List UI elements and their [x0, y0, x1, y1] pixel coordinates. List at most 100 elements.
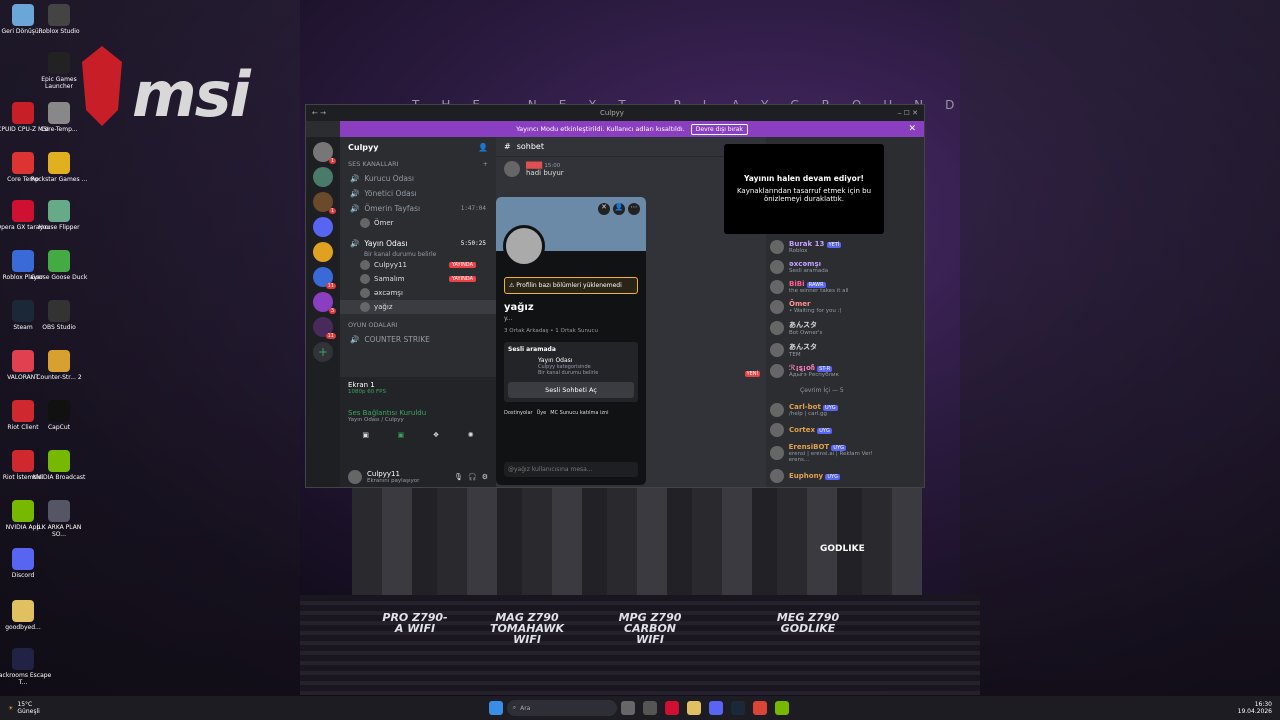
channel-status[interactable]: Bir kanal durumu belirle [340, 251, 496, 258]
server-icon[interactable] [313, 242, 333, 262]
task-view-icon[interactable] [620, 701, 635, 715]
desktop-icon[interactable]: Core-Temp... [30, 102, 88, 133]
avatar[interactable] [348, 470, 362, 484]
folder-icon[interactable] [686, 701, 701, 715]
role-tag[interactable]: Üye [537, 410, 547, 416]
profile-avatar[interactable] [503, 225, 545, 267]
member-row[interactable]: əxcəmşı Sesli aramada [766, 257, 924, 277]
back-arrow-icon[interactable]: ← → [312, 109, 326, 117]
clock-date[interactable]: 19.04.2026 [1238, 708, 1272, 715]
member-row[interactable]: ℛ¡ȿ¡oჩ ST-R Адыгэ Республик [766, 361, 924, 381]
desktop-icon[interactable]: goodbyed... [0, 600, 52, 631]
bot-row[interactable]: ErensiBOT UYG erensi | erensi.ai | Reklam… [766, 440, 924, 466]
role-tag[interactable]: Dostinyolar [504, 410, 533, 416]
member-row[interactable]: Burak 13 YETİ Roblox [766, 237, 924, 257]
disable-button[interactable]: Devre dışı bırak [690, 123, 748, 135]
server-icon[interactable]: 11 [313, 267, 336, 289]
desktop-icon[interactable]: CapCut [30, 400, 88, 431]
store-icon[interactable] [642, 701, 657, 715]
clock-time[interactable]: 16:30 [1238, 701, 1272, 708]
server-icon[interactable]: 11 [313, 317, 336, 339]
server-icon[interactable]: 1 [313, 192, 336, 214]
category-game[interactable]: OYUN ODALARI [348, 321, 398, 329]
server-name[interactable]: Culpyy [348, 143, 378, 152]
server-icon[interactable] [313, 167, 333, 187]
soundboard-icon[interactable]: ✺ [468, 431, 474, 439]
voice-channel[interactable]: 🔊 Yönetici Odası [340, 186, 496, 201]
add-server-icon[interactable]: + [313, 342, 333, 362]
profile-popup: ✕ 👤 ⋯ ⚠ Profilin bazı bölümleri yüklenem… [496, 197, 646, 485]
app-icon [48, 350, 70, 372]
avatar [770, 423, 784, 437]
motherboards [352, 488, 922, 596]
close-icon[interactable]: ✕ [908, 124, 916, 134]
desktop-icon[interactable]: OBS Studio [30, 300, 88, 331]
member-row[interactable]: Ömer • Waiting for you :) [766, 297, 924, 317]
bot-row[interactable]: Carl-bot UYG/help | carl.gg [766, 400, 924, 420]
taskbar: ☀ 15°C Güneşli ⌕ Ara 16:30 19.04.2026 [0, 696, 1280, 720]
chrome-icon[interactable] [752, 701, 767, 715]
desktop-icon[interactable]: Epic Games Launcher [30, 52, 88, 90]
bot-row[interactable]: Euphony UYG [766, 466, 924, 486]
camera-icon[interactable]: ▣ [362, 431, 369, 439]
steam-icon[interactable] [730, 701, 745, 715]
desktop-icon[interactable]: Goose Goose Duck [30, 250, 88, 281]
dm-input[interactable]: @yağız kullanıcısına mesa... [504, 462, 638, 477]
add-channel-icon[interactable]: + [483, 160, 488, 168]
add-member-icon[interactable]: 👤 [478, 143, 488, 152]
role-tag[interactable]: MC Sunucu katılma izni [550, 410, 608, 416]
member-row[interactable]: BiBi RAWR the winner takes it all [766, 277, 924, 297]
more-icon[interactable]: ⋯ [628, 203, 640, 215]
desktop-icon[interactable]: İLK ARKA PLAN SO... [30, 500, 88, 538]
desktop-icon[interactable]: Rockstar Games ... [30, 152, 88, 183]
friend-icon[interactable]: 👤 [613, 203, 625, 215]
mutual-info[interactable]: 3 Ortak Arkadaş • 1 Ortak Sunucu [496, 322, 646, 340]
gear-icon[interactable]: ⚙ [482, 473, 488, 481]
voice-user[interactable]: Culpyy11 YAYINDA [340, 258, 496, 272]
headphone-icon[interactable]: 🎧 [468, 473, 477, 481]
server-icon[interactable]: 1 [313, 142, 336, 164]
member-status: TEM [789, 352, 801, 358]
member-row[interactable]: あんスタ TEM [766, 339, 924, 361]
app-icon [48, 450, 70, 472]
join-voice-button[interactable]: Sesli Sohbeti Aç [508, 382, 634, 398]
desktop-icon[interactable]: Discord [0, 548, 52, 579]
bot-row[interactable]: Cortex UYG [766, 420, 924, 440]
app-icon [48, 500, 70, 522]
start-icon[interactable] [488, 701, 503, 715]
voice-channel-counter[interactable]: 🔊 COUNTER STRIKE [340, 332, 496, 347]
avatar[interactable] [504, 161, 520, 177]
discord-icon[interactable] [708, 701, 723, 715]
weather-icon[interactable]: ☀ [8, 705, 13, 712]
overlay-text: Kaynaklarından tasarruf etmek için bu ön… [736, 187, 872, 203]
voice-user[interactable]: yağız [340, 300, 496, 314]
speaker-icon: 🔊 [350, 189, 360, 198]
server-icon[interactable] [313, 217, 333, 237]
desktop-icon[interactable]: NVIDIA Broadcast [30, 450, 88, 481]
desktop-icon[interactable]: House Flipper [30, 200, 88, 231]
voice-room: Yayın Odası [538, 357, 573, 364]
member-status: • Waiting for you :) [789, 308, 842, 314]
voice-user[interactable]: Samalım YAYINDA [340, 272, 496, 286]
mic-icon[interactable]: 🎙 [454, 473, 463, 481]
voice-user[interactable]: Ömer [340, 216, 496, 230]
search-box[interactable]: ⌕ Ara [506, 700, 617, 716]
member-row[interactable]: あんスタ Bot Owner's [766, 317, 924, 339]
author[interactable]: ▇▇▇ [526, 161, 542, 169]
desktop-icon-label: OBS Studio [42, 324, 76, 331]
window-controls[interactable]: ⎯ ☐ ✕ [898, 109, 918, 118]
category-voice[interactable]: SES KANALLARI [348, 160, 399, 168]
voice-channel[interactable]: 🔊 Ömerin Tayfası 1:47:04 [340, 201, 496, 216]
screen-share-icon[interactable]: ▣ [398, 431, 405, 439]
nvidia-icon[interactable] [774, 701, 789, 715]
activity-icon[interactable]: ❖ [433, 431, 439, 439]
desktop-icon[interactable]: Roblox Studio [30, 4, 88, 35]
server-icon[interactable]: 3 [313, 292, 336, 314]
opera-icon[interactable] [664, 701, 679, 715]
unfriend-icon[interactable]: ✕ [598, 203, 610, 215]
voice-channel[interactable]: 🔊 Kurucu Odası [340, 171, 496, 186]
voice-user[interactable]: əxcəmşı [340, 286, 496, 300]
desktop-icon[interactable]: Counter-Str... 2 [30, 350, 88, 381]
voice-channel-yayin[interactable]: 🔊 Yayın Odası 5:50:25 [340, 236, 496, 251]
desktop-icon[interactable]: Backrooms Escape T... [0, 648, 52, 686]
